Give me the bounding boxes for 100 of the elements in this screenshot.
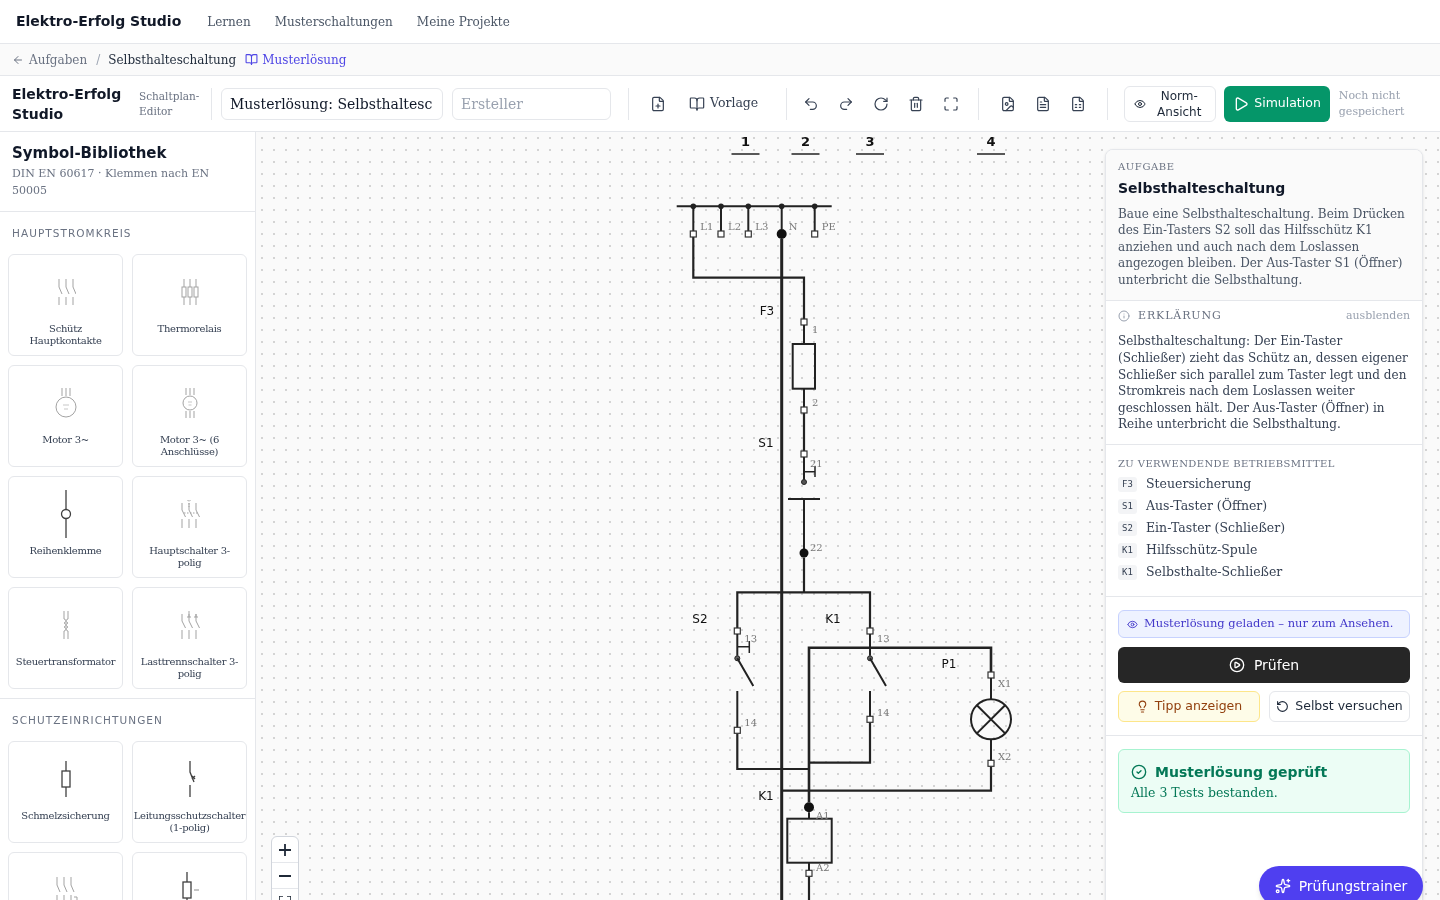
contact-symbol-icon bbox=[55, 278, 76, 305]
equipment-tag: F3 bbox=[1118, 476, 1137, 492]
spreadsheet-icon bbox=[1070, 95, 1087, 112]
equipment-tag: S2 bbox=[1118, 520, 1137, 536]
symbol-card[interactable]: Thermorelais bbox=[132, 253, 247, 356]
minus-icon bbox=[279, 874, 291, 877]
symbol-card[interactable]: Hauptschalter 3-polig bbox=[132, 475, 247, 578]
terminal-symbol-icon bbox=[59, 489, 72, 538]
back-link[interactable]: Aufgaben bbox=[12, 50, 88, 69]
undo-icon bbox=[803, 95, 820, 112]
component-tag: P1 bbox=[941, 656, 957, 671]
terminal-label: X2 bbox=[998, 750, 1012, 762]
book-icon bbox=[689, 95, 705, 112]
editor-subtitle: Schaltplan-Editor bbox=[139, 88, 201, 119]
terminal-label: 13 bbox=[744, 632, 758, 644]
section-heading: SCHUTZEINRICHTUNGEN bbox=[11, 712, 164, 727]
plus-icon bbox=[279, 843, 291, 856]
motor-symbol-icon bbox=[180, 387, 199, 418]
terminal-label: A1 bbox=[816, 809, 830, 821]
sparkles-icon bbox=[1274, 878, 1291, 894]
template-button[interactable]: Vorlage bbox=[683, 89, 765, 118]
component-tag: K1 bbox=[758, 788, 774, 803]
symbol-card[interactable]: Motor 3~ bbox=[8, 364, 123, 467]
nav-link[interactable]: Meine Projekte bbox=[416, 12, 510, 31]
wire bbox=[802, 413, 806, 451]
play-icon bbox=[1233, 95, 1250, 112]
section-label: AUFGABE bbox=[1118, 160, 1176, 174]
nav-link[interactable]: Lernen bbox=[207, 12, 251, 31]
terminal-label: 14 bbox=[877, 706, 890, 718]
symbol-card[interactable]: Leitungsschutzschalter (1-polig) bbox=[132, 740, 247, 843]
play-circle-icon bbox=[1228, 657, 1245, 674]
file-plus-icon bbox=[650, 95, 666, 112]
fullscreen-icon bbox=[943, 95, 960, 112]
check-button[interactable]: Prüfen bbox=[1118, 647, 1410, 684]
terminal-label: 22 bbox=[810, 541, 823, 553]
library-subtitle: DIN EN 60617 · Klemmen nach EN 50005 bbox=[12, 165, 211, 199]
terminal-label: PE bbox=[821, 221, 836, 232]
symbol-card[interactable]: Schütz Hauptkontakte bbox=[8, 253, 123, 356]
eye-icon bbox=[1127, 618, 1138, 630]
norm-view-button[interactable]: Norm-Ansicht bbox=[1124, 85, 1217, 122]
book-icon bbox=[245, 53, 259, 66]
task-description: Baue eine Selbsthalteschaltung. Beim Drücken des Ein-Tasters S2 soll das Hilfsschütz K1 anziehen und auch nach dem Loslassen angezogen bleiben. Der Aus-Taster S1 (Öffner) unterbricht die Selbsthaltung. bbox=[1118, 205, 1406, 289]
motor-symbol-icon bbox=[53, 387, 78, 418]
component-tag: S2 bbox=[692, 611, 708, 626]
section-heading: HAUPTSTROMKREIS bbox=[11, 225, 133, 240]
transformer-symbol-icon bbox=[60, 610, 71, 639]
section-label: ZU VERWENDENDE BETRIEBSMITTEL bbox=[1118, 457, 1336, 472]
equipment-name: Selbsthalte-Schließer bbox=[1146, 562, 1283, 581]
breadcrumb-separator: / bbox=[96, 51, 101, 69]
fuse-symbol-icon bbox=[59, 760, 72, 797]
save-status: Noch nicht gespeichert bbox=[1338, 87, 1406, 120]
title-input[interactable]: Musterlösung: Selbsthaltesc bbox=[221, 87, 443, 120]
library-title: Symbol-Bibliothek bbox=[12, 143, 168, 163]
symbol-card[interactable]: Reihenklemme bbox=[8, 475, 123, 578]
terminal-label: L3 bbox=[755, 221, 769, 232]
breadcrumb-current: Selbsthalteschaltung bbox=[108, 51, 237, 69]
component-tag: K1 bbox=[825, 611, 841, 626]
eye-icon bbox=[1134, 97, 1147, 110]
symbol-card[interactable]: Steuertransformator bbox=[8, 586, 123, 689]
hint-button[interactable]: Tipp anzeigen bbox=[1118, 691, 1260, 723]
task-title: Selbsthalteschaltung bbox=[1118, 179, 1287, 198]
equipment-name: Hilfsschütz-Spule bbox=[1146, 540, 1258, 559]
check-circle-icon bbox=[1131, 764, 1147, 781]
terminal-label: L1 bbox=[700, 221, 714, 232]
image-file-icon bbox=[1000, 95, 1017, 112]
simulation-button[interactable]: Simulation bbox=[1224, 85, 1330, 122]
switch-symbol-icon bbox=[178, 610, 201, 639]
terminal-label: 13 bbox=[877, 632, 890, 644]
terminal-label: L2 bbox=[728, 221, 741, 232]
rotate-icon bbox=[873, 95, 890, 112]
equipment-tag: K1 bbox=[1118, 542, 1137, 558]
notice-text: Musterlösung geladen – nur zum Ansehen. bbox=[1144, 615, 1394, 633]
author-input[interactable]: Ersteller bbox=[452, 87, 611, 120]
equipment-name: Aus-Taster (Öffner) bbox=[1146, 496, 1268, 515]
terminal-label: A2 bbox=[816, 861, 830, 873]
explanation-text: Selbsthalteschaltung: Der Ein-Taster (Schließer) zieht das Schütz an, dessen eigener Schließer sich parallel zum Taster legt und den Stromkreis nach dem Loslassen weiter geschlossen hält. Der Aus-Taster (Öffner) in Reihe unterbricht die Selbsthaltung. bbox=[1118, 333, 1409, 434]
nav-link[interactable]: Musterschaltungen bbox=[274, 12, 393, 31]
wire bbox=[807, 876, 811, 900]
terminal-label: N bbox=[788, 221, 798, 232]
schematic-canvas[interactable] bbox=[256, 132, 1440, 900]
result-title: Musterlösung geprüft bbox=[1155, 763, 1328, 783]
terminal-label: X1 bbox=[998, 677, 1012, 689]
info-icon bbox=[1118, 310, 1130, 323]
arrow-left-icon bbox=[12, 53, 24, 66]
brand-name: Elektro-Erfolg Studio bbox=[16, 12, 182, 31]
section-label: ERKLÄRUNG bbox=[1138, 309, 1222, 324]
symbol-card[interactable]: Schmelzsicherung bbox=[8, 740, 123, 843]
solution-link[interactable]: Musterlösung bbox=[245, 50, 347, 69]
component-tag: S1 bbox=[758, 435, 774, 450]
symbol-card[interactable]: Lasttrennschalter 3-polig bbox=[132, 586, 247, 689]
editor-brand: Elektro-Erfolg Studio bbox=[12, 84, 123, 124]
equipment-tag: K1 bbox=[1118, 564, 1137, 580]
switch-symbol-icon bbox=[178, 499, 201, 528]
relay-symbol-icon bbox=[179, 278, 200, 305]
terminal-label: 2 bbox=[812, 397, 819, 408]
exam-trainer-button[interactable]: Prüfungstrainer bbox=[1259, 866, 1423, 900]
symbol-card[interactable]: Motor 3~ (6 Anschlüsse) bbox=[132, 364, 247, 467]
redo-icon bbox=[838, 95, 855, 112]
terminal-label: 14 bbox=[744, 716, 758, 728]
retry-button[interactable]: Selbst versuchen bbox=[1269, 691, 1410, 723]
